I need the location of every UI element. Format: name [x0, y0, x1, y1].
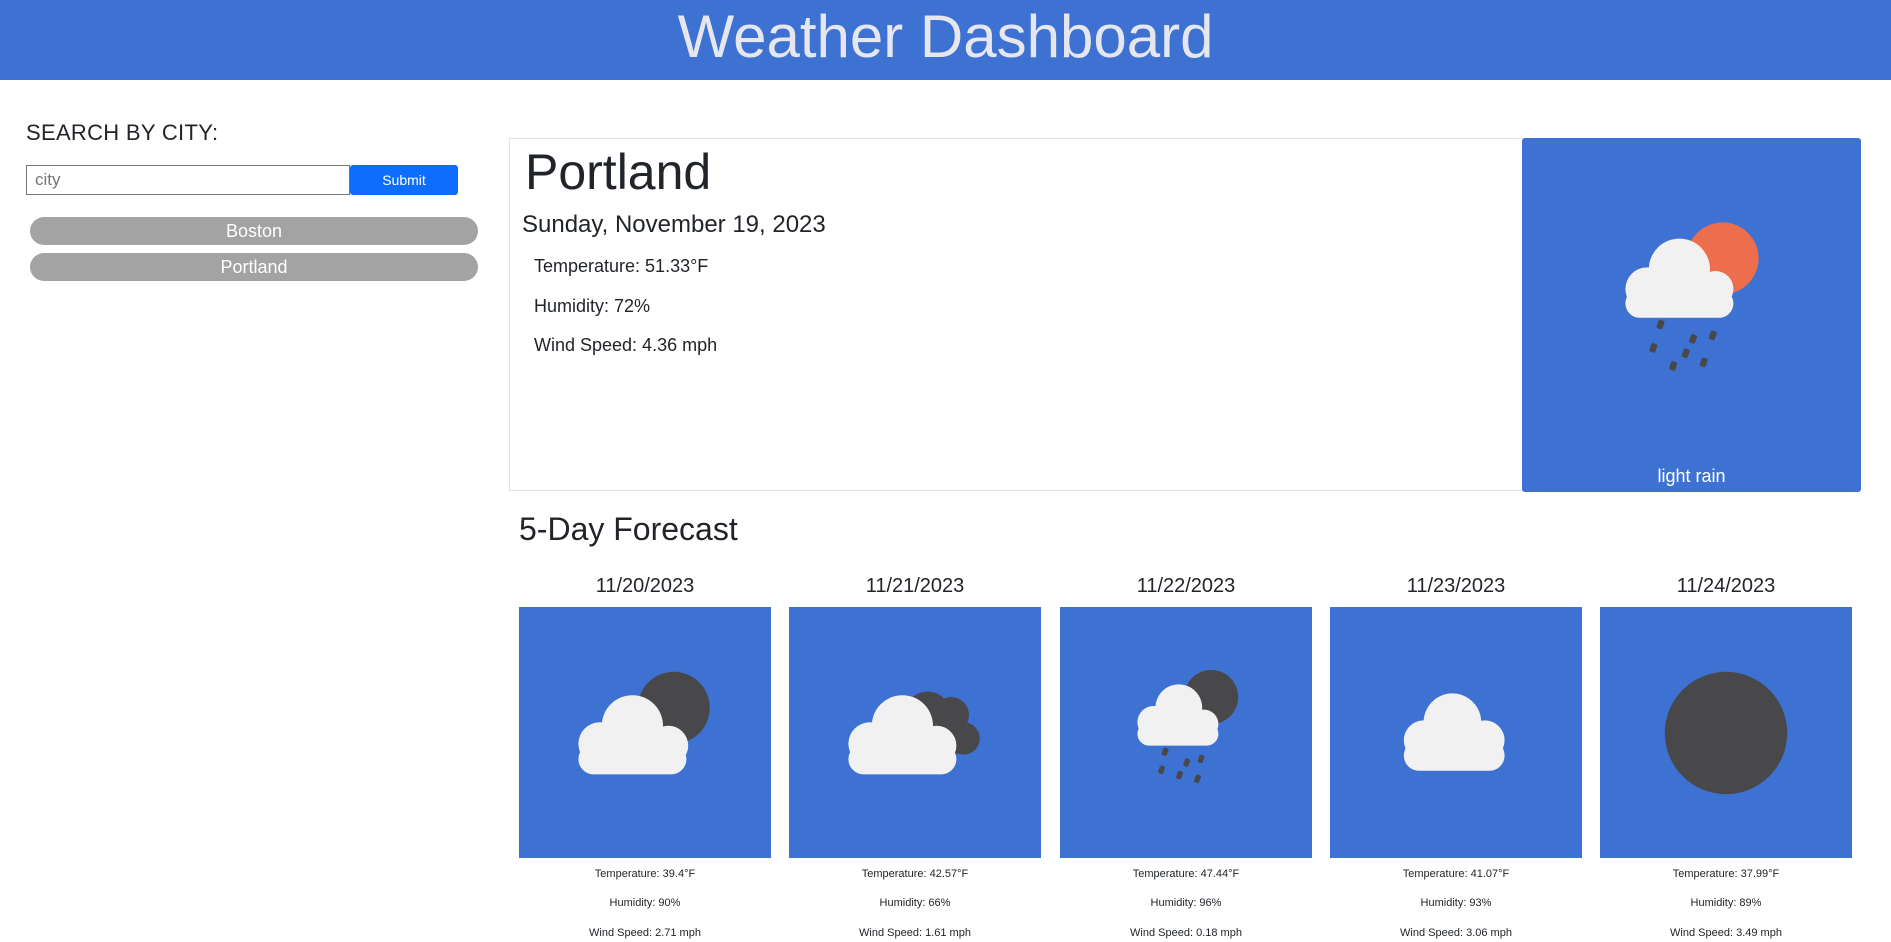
forecast-wind-speed: Wind Speed: 0.18 mph	[1130, 927, 1242, 939]
current-weather-icon-box: light rain	[1522, 138, 1861, 492]
submit-button[interactable]: Submit	[350, 165, 458, 195]
current-city-name: Portland	[525, 144, 712, 200]
current-humidity: Humidity: 72%	[534, 296, 651, 316]
forecast-wind-speed: Wind Speed: 3.06 mph	[1400, 927, 1512, 939]
forecast-date: 11/21/2023	[865, 575, 965, 597]
forecast-wind-speed: Wind Speed: 2.71 mph	[589, 927, 701, 939]
current-date: Sunday, November 19, 2023	[522, 211, 826, 238]
rain-night-icon	[1137, 670, 1239, 783]
clear-night-icon	[1664, 671, 1788, 795]
forecast-date: 11/24/2023	[1676, 575, 1776, 597]
forecast-date: 11/22/2023	[1136, 575, 1236, 597]
forecast-humidity: Humidity: 66%	[879, 897, 951, 909]
forecast-temperature: Temperature: 37.99°F	[1672, 868, 1780, 880]
search-history: Boston Portland	[30, 217, 478, 289]
forecast-temperature: Temperature: 47.44°F	[1132, 868, 1240, 880]
search-heading: SEARCH BY CITY:	[26, 120, 219, 145]
page-header: Weather Dashboard	[0, 0, 1891, 80]
forecast-icon-box	[519, 607, 771, 858]
forecast-humidity: Humidity: 89%	[1690, 897, 1762, 909]
forecast-icon-box	[1060, 607, 1312, 858]
forecast-icon-box	[1600, 607, 1852, 858]
forecast-humidity: Humidity: 96%	[1150, 897, 1222, 909]
current-temperature: Temperature: 51.33°F	[534, 256, 709, 276]
history-button-boston[interactable]: Boston	[30, 217, 478, 245]
forecast-wind-speed: Wind Speed: 3.49 mph	[1670, 927, 1782, 939]
forecast-wind-speed: Wind Speed: 1.61 mph	[859, 927, 971, 939]
broken-clouds-icon	[848, 691, 980, 775]
current-weather-description: light rain	[1657, 466, 1726, 486]
forecast-icon-box	[1330, 607, 1582, 858]
light-rain-icon	[1625, 222, 1759, 371]
current-wind-speed: Wind Speed: 4.36 mph	[534, 335, 718, 355]
cloud-with-moon-icon	[578, 671, 710, 775]
forecast-date: 11/23/2023	[1406, 575, 1506, 597]
forecast-humidity: Humidity: 93%	[1420, 897, 1492, 909]
forecast-icon-box	[789, 607, 1041, 858]
forecast-humidity: Humidity: 90%	[609, 897, 681, 909]
forecast-title: 5-Day Forecast	[519, 511, 738, 547]
forecast-date: 11/20/2023	[595, 575, 695, 597]
forecast-temperature: Temperature: 42.57°F	[861, 868, 969, 880]
current-weather-card: Portland Sunday, November 19, 2023 Tempe…	[509, 138, 1522, 491]
page-title: Weather Dashboard	[677, 3, 1214, 70]
city-search-input[interactable]	[26, 165, 350, 195]
forecast-temperature: Temperature: 41.07°F	[1402, 868, 1510, 880]
cloud-icon	[1403, 693, 1505, 771]
history-button-portland[interactable]: Portland	[30, 253, 478, 281]
forecast-temperature: Temperature: 39.4°F	[594, 868, 696, 880]
